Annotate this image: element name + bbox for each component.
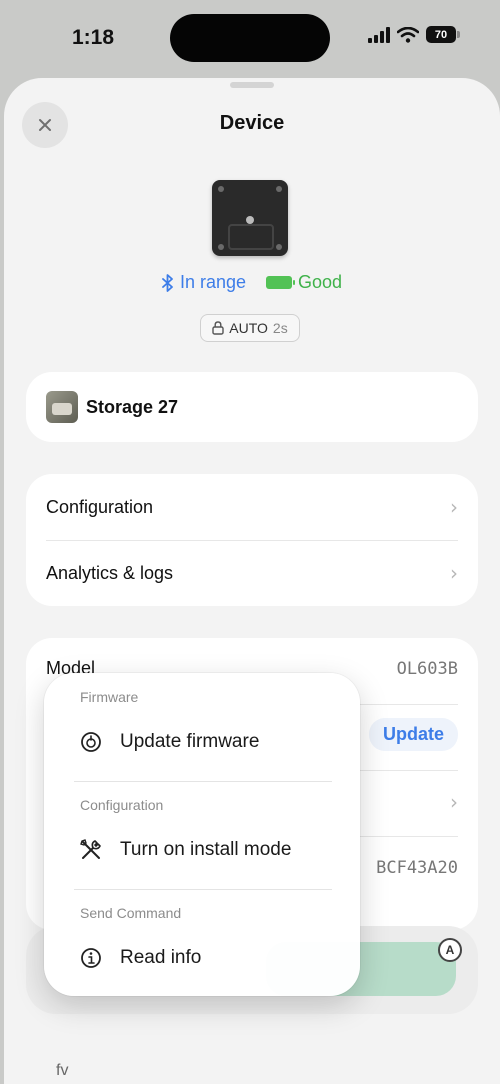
- device-image: [212, 180, 288, 256]
- menu-item-read-info[interactable]: Read info: [78, 945, 201, 971]
- menu-item-install-mode[interactable]: Turn on install mode: [78, 837, 291, 863]
- page-title: Device: [219, 112, 285, 134]
- auto-mode-icon[interactable]: A: [438, 938, 462, 962]
- battery-level: 70: [426, 26, 456, 43]
- status-icons: 70: [368, 26, 460, 43]
- lock-icon: [212, 321, 224, 335]
- dynamic-island: [170, 14, 330, 62]
- storage-thumbnail: [46, 391, 78, 423]
- bluetooth-icon: [162, 273, 173, 292]
- storage-name: Storage 27: [86, 396, 179, 417]
- connection-status: In range: [162, 272, 246, 293]
- update-button[interactable]: Update: [368, 718, 458, 751]
- wifi-icon: [397, 26, 419, 43]
- navigation-card: Configuration › Analytics & logs ›: [26, 474, 478, 606]
- analytics-label: Analytics & logs: [46, 562, 174, 583]
- configuration-label: Configuration: [46, 496, 154, 517]
- menu-item-update-firmware[interactable]: Update firmware: [78, 729, 259, 755]
- sheet-grabber[interactable]: [230, 82, 274, 88]
- tools-icon: [78, 837, 104, 863]
- battery-good-icon: [266, 276, 295, 289]
- storage-card[interactable]: Storage 27: [26, 372, 478, 442]
- context-menu: Firmware Update firmware Configuration T…: [44, 673, 360, 996]
- battery-status: Good: [266, 272, 342, 293]
- configuration-row[interactable]: Configuration ›: [26, 474, 478, 540]
- menu-section-configuration: Configuration: [80, 797, 164, 813]
- status-bar: 1:18 70: [0, 0, 500, 78]
- auto-label: AUTO: [229, 320, 268, 336]
- status-time: 1:18: [72, 26, 115, 49]
- menu-item-label: Turn on install mode: [120, 839, 292, 860]
- chevron-right-icon: ›: [450, 790, 458, 814]
- auto-seconds: 2s: [272, 320, 288, 336]
- auto-lock-badge[interactable]: AUTO 2s: [200, 314, 300, 342]
- menu-item-label: Update firmware: [120, 731, 260, 752]
- connection-text: In range: [179, 272, 246, 292]
- chevron-right-icon: ›: [450, 561, 458, 585]
- analytics-row[interactable]: Analytics & logs ›: [26, 540, 478, 606]
- device-status-row: In range Good: [4, 272, 500, 293]
- footer-text: fv: [56, 1062, 69, 1079]
- divider: [74, 781, 332, 782]
- menu-item-label: Read info: [120, 947, 202, 968]
- battery-status-text: Good: [298, 272, 343, 292]
- menu-section-send-command: Send Command: [80, 905, 182, 921]
- device-id-value: BCF43A20: [376, 858, 458, 878]
- model-value: OL603B: [396, 658, 458, 679]
- divider: [74, 889, 332, 890]
- menu-section-firmware: Firmware: [80, 689, 139, 705]
- chevron-right-icon: ›: [450, 495, 458, 519]
- battery-icon: 70: [426, 26, 460, 43]
- signal-icon: [368, 26, 390, 43]
- info-icon: [78, 945, 104, 971]
- firmware-icon: [78, 729, 104, 755]
